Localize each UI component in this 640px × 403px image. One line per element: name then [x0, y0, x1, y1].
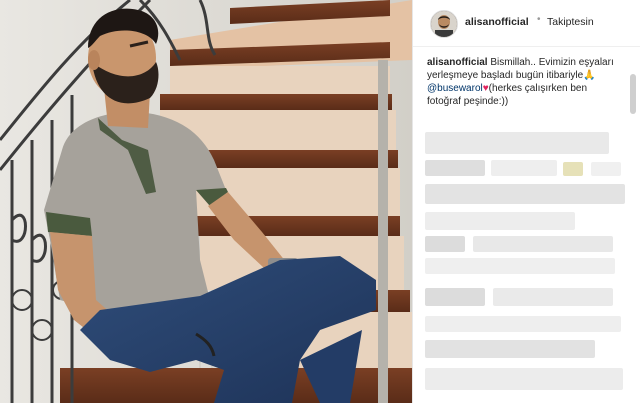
- instagram-post: alisanofficial • Takiptesin alisanoffici…: [0, 0, 640, 403]
- post-username[interactable]: alisanofficial: [465, 16, 529, 28]
- caption-mention[interactable]: @busewarol: [427, 83, 483, 94]
- scrollbar[interactable]: [630, 74, 636, 114]
- post-photo[interactable]: [0, 0, 412, 403]
- post-caption: alisanofficial Bismillah.. Evimizin eşya…: [427, 56, 623, 108]
- avatar[interactable]: [430, 10, 458, 38]
- separator-dot: •: [537, 14, 541, 25]
- following-button[interactable]: Takiptesin: [547, 16, 594, 28]
- post-header: alisanofficial • Takiptesin: [413, 0, 640, 47]
- pray-emoji-icon: 🙏: [583, 70, 596, 81]
- post-sidebar: alisanofficial • Takiptesin alisanoffici…: [412, 0, 640, 403]
- caption-username[interactable]: alisanofficial: [427, 57, 488, 68]
